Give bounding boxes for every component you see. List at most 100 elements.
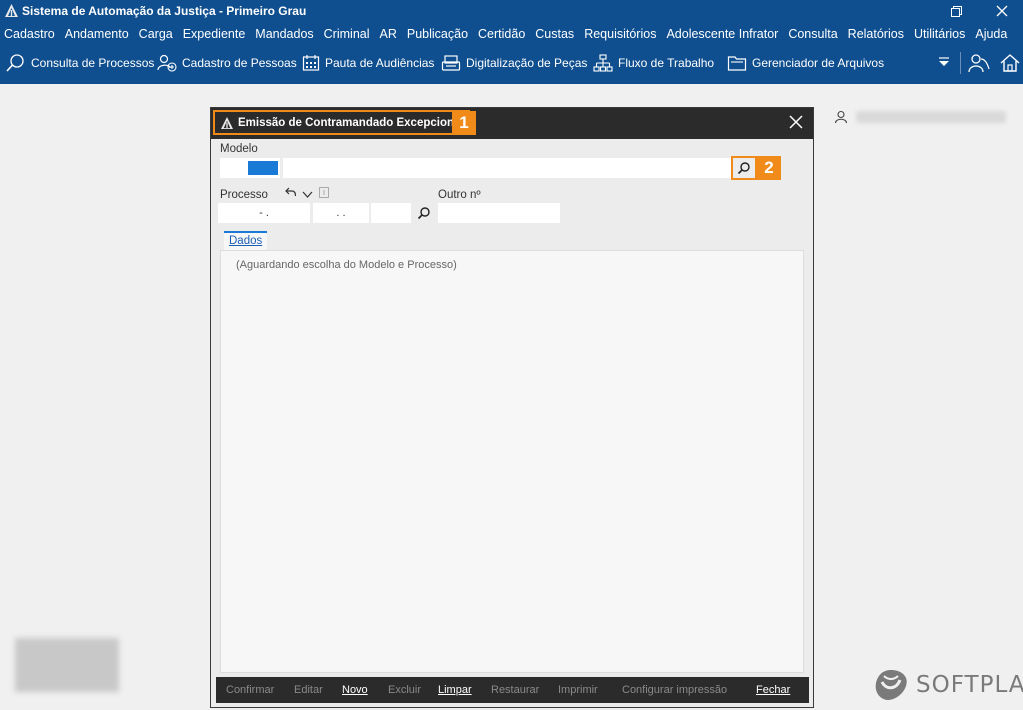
menu-andamento[interactable]: Andamento <box>65 27 129 41</box>
contramandado-dialog: Emissão de Contramandado Excepcional 1 M… <box>210 107 814 708</box>
processo-number-part1[interactable]: - . <box>218 203 310 223</box>
user-name-redacted <box>856 111 1006 123</box>
dados-panel: (Aguardando escolha do Modelo e Processo… <box>220 250 804 673</box>
folder-icon <box>727 56 747 71</box>
dialog-titlebar: Emissão de Contramandado Excepcional 1 <box>211 108 813 139</box>
info-button[interactable] <box>319 187 329 201</box>
app-title: Sistema de Automação da Justiça - Primei… <box>22 4 307 18</box>
processo-number-part3[interactable] <box>371 203 411 223</box>
modelo-label: Modelo <box>220 143 258 155</box>
menu-expediente[interactable]: Expediente <box>183 27 246 41</box>
imprimir-button[interactable]: Imprimir <box>558 677 598 703</box>
menu-relatorios[interactable]: Relatórios <box>848 27 904 41</box>
tab-dados[interactable]: Dados <box>224 231 268 250</box>
softplan-brand: SOFTPLAN <box>872 668 1023 702</box>
user-icon <box>834 110 848 124</box>
dialog-title: Emissão de Contramandado Excepcional <box>238 116 464 129</box>
user-info <box>834 110 1006 124</box>
dropdown-arrow-icon <box>939 57 949 66</box>
outro-numero-label: Outro nº <box>438 189 481 201</box>
consulta-processos-button[interactable]: Consulta de Processos <box>6 46 154 80</box>
app-logo-icon <box>5 4 18 20</box>
toolbar-divider <box>960 52 961 74</box>
callout-2: 2 <box>757 156 781 180</box>
add-person-icon <box>157 54 177 72</box>
limpar-button[interactable]: Limpar <box>438 677 472 703</box>
dialog-close-button[interactable] <box>789 115 803 132</box>
search-icon <box>737 162 750 175</box>
processo-dropdown-button[interactable] <box>302 188 313 202</box>
fechar-button[interactable]: Fechar <box>756 677 790 703</box>
restore-icon <box>950 5 962 17</box>
consulta-processos-label: Consulta de Processos <box>31 56 155 70</box>
processo-search-button[interactable] <box>417 206 431 223</box>
menu-utilitarios[interactable]: Utilitários <box>914 27 965 41</box>
excluir-button[interactable]: Excluir <box>388 677 421 703</box>
callout-1: 1 <box>452 111 476 135</box>
menu-bar: Cadastro Andamento Carga Expediente Mand… <box>0 22 1023 46</box>
scanner-icon <box>441 55 461 71</box>
menu-ar[interactable]: AR <box>380 27 397 41</box>
menu-mandados[interactable]: Mandados <box>255 27 313 41</box>
modelo-search-button[interactable] <box>731 156 757 180</box>
info-box-icon <box>319 187 329 198</box>
dialog-footer: Confirmar Editar Novo Excluir Limpar Res… <box>216 677 809 703</box>
home-button[interactable] <box>999 46 1023 80</box>
fluxo-trabalho-button[interactable]: Fluxo de Trabalho <box>593 46 714 80</box>
dialog-title-highlight: Emissão de Contramandado Excepcional <box>213 110 470 135</box>
user-switch-button[interactable] <box>968 46 995 80</box>
cadastro-pessoas-button[interactable]: Cadastro de Pessoas <box>157 46 297 80</box>
pauta-audiencias-button[interactable]: Pauta de Audiências <box>302 46 434 80</box>
calendar-icon <box>302 55 320 71</box>
menu-adolescente-infrator[interactable]: Adolescente Infrator <box>666 27 778 41</box>
menu-carga[interactable]: Carga <box>139 27 173 41</box>
pauta-audiencias-label: Pauta de Audiências <box>325 56 435 70</box>
close-icon <box>789 115 803 129</box>
blurred-widget <box>15 638 119 692</box>
menu-cadastro[interactable]: Cadastro <box>4 27 55 41</box>
editar-button[interactable]: Editar <box>294 677 323 703</box>
toolbar-overflow-button[interactable] <box>937 46 956 80</box>
gerenciador-arquivos-label: Gerenciador de Arquivos <box>752 56 885 70</box>
modelo-code-field[interactable] <box>220 158 280 178</box>
workflow-icon <box>593 54 613 72</box>
digitalizacao-pecas-button[interactable]: Digitalização de Peças <box>441 46 587 80</box>
menu-requisitorios[interactable]: Requisitórios <box>584 27 656 41</box>
confirmar-button[interactable]: Confirmar <box>226 677 274 703</box>
waiting-message: (Aguardando escolha do Modelo e Processo… <box>236 259 457 271</box>
digitalizacao-pecas-label: Digitalização de Peças <box>466 56 588 70</box>
processo-number-part2[interactable]: . . <box>313 203 369 223</box>
processo-label: Processo <box>220 189 268 201</box>
menu-ajuda[interactable]: Ajuda <box>975 27 1007 41</box>
modelo-description-field[interactable] <box>283 158 733 178</box>
undo-icon <box>285 187 297 197</box>
chevron-down-icon <box>302 191 313 198</box>
toolbar: Consulta de Processos Cadastro de Pessoa… <box>0 46 1023 84</box>
novo-button[interactable]: Novo <box>342 677 368 703</box>
gerenciador-arquivos-button[interactable]: Gerenciador de Arquivos <box>727 46 884 80</box>
undo-button[interactable] <box>285 187 297 201</box>
search-process-icon <box>6 54 24 72</box>
menu-criminal[interactable]: Criminal <box>324 27 370 41</box>
users-icon <box>968 54 990 73</box>
search-icon <box>417 207 430 220</box>
brand-name: SOFTPLAN <box>916 672 1023 698</box>
home-icon <box>1000 54 1020 72</box>
outro-numero-field[interactable] <box>438 203 560 223</box>
close-icon <box>996 5 1008 17</box>
restaurar-button[interactable]: Restaurar <box>491 677 539 703</box>
modelo-code-selection <box>248 161 278 175</box>
modelo-search-area: 2 <box>731 156 781 180</box>
fluxo-trabalho-label: Fluxo de Trabalho <box>618 56 715 70</box>
close-window-button[interactable] <box>982 0 1022 22</box>
menu-certidao[interactable]: Certidão <box>478 27 525 41</box>
app-titlebar: Sistema de Automação da Justiça - Primei… <box>0 0 1023 22</box>
menu-publicacao[interactable]: Publicação <box>407 27 468 41</box>
menu-custas[interactable]: Custas <box>535 27 574 41</box>
configurar-impressao-button[interactable]: Configurar impressão <box>622 677 727 703</box>
app-logo-icon <box>221 116 233 129</box>
cadastro-pessoas-label: Cadastro de Pessoas <box>182 56 297 70</box>
restore-window-button[interactable] <box>936 0 976 22</box>
menu-consulta[interactable]: Consulta <box>788 27 837 41</box>
softplan-logo-icon <box>875 670 907 700</box>
